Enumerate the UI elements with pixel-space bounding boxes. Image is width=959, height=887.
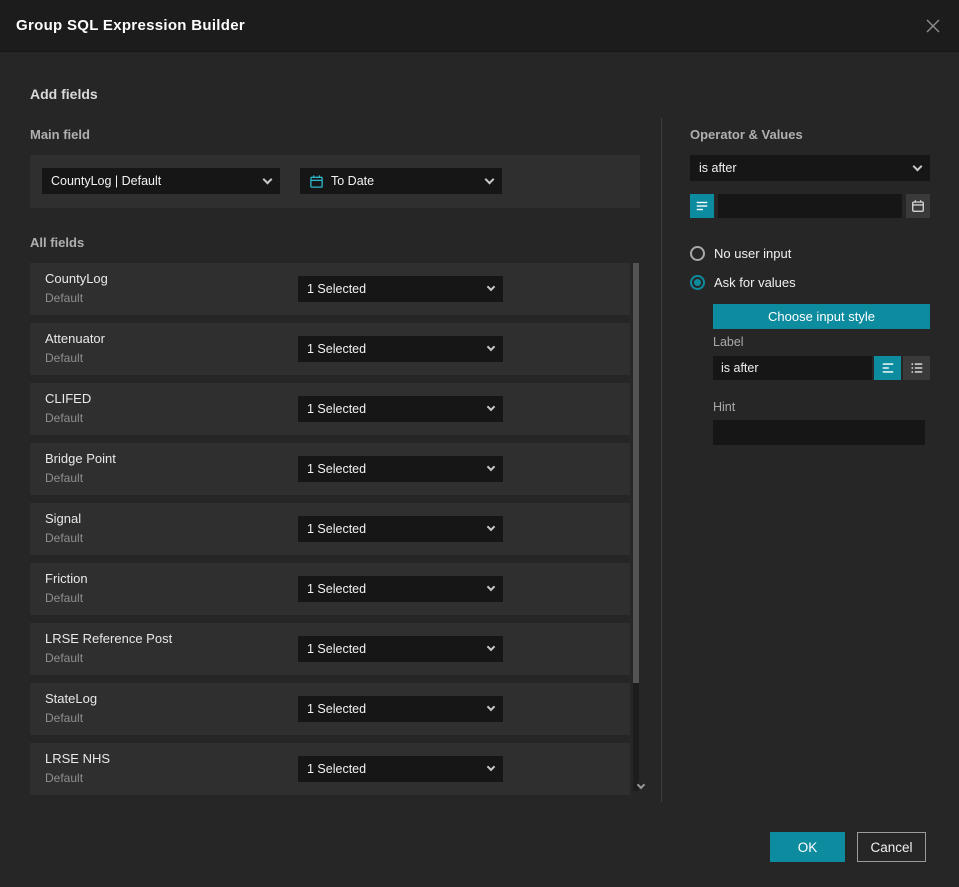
field-subtitle: Default <box>45 771 84 785</box>
field-selection-value: 1 Selected <box>307 342 367 356</box>
field-subtitle: Default <box>45 291 84 305</box>
field-subtitle: Default <box>45 531 84 545</box>
main-field-selected-value: CountyLog | Default <box>51 174 162 188</box>
date-field-select[interactable]: To Date <box>300 168 502 194</box>
chevron-down-icon <box>486 702 496 712</box>
field-selection-select[interactable]: 1 Selected <box>298 456 503 482</box>
chevron-down-icon <box>486 282 496 292</box>
hint-caption: Hint <box>713 400 736 414</box>
chevron-down-icon <box>486 342 496 352</box>
dialog-header: Group SQL Expression Builder <box>0 0 959 52</box>
align-left-icon[interactable] <box>874 356 901 380</box>
field-row: Friction Default 1 Selected <box>30 563 630 615</box>
main-field-select[interactable]: CountyLog | Default <box>42 168 280 194</box>
field-subtitle: Default <box>45 411 84 425</box>
field-selection-value: 1 Selected <box>307 762 367 776</box>
ok-button[interactable]: OK <box>770 832 845 862</box>
radio-circle-selected-icon <box>690 275 705 290</box>
hint-input[interactable] <box>713 420 925 445</box>
field-name: CountyLog <box>45 271 108 286</box>
field-selection-select[interactable]: 1 Selected <box>298 636 503 662</box>
field-name: Signal <box>45 511 82 526</box>
main-field-label: Main field <box>30 127 90 142</box>
chevron-down-icon <box>912 161 923 171</box>
label-input[interactable] <box>713 356 872 380</box>
field-name: LRSE NHS <box>45 751 111 766</box>
field-row: LRSE NHS Default 1 Selected <box>30 743 630 795</box>
field-selection-select[interactable]: 1 Selected <box>298 696 503 722</box>
field-selection-value: 1 Selected <box>307 522 367 536</box>
field-name: Attenuator <box>45 331 105 346</box>
date-field-selected-value: To Date <box>331 174 375 188</box>
field-subtitle: Default <box>45 471 84 485</box>
operator-values-heading: Operator & Values <box>690 127 803 142</box>
field-selection-value: 1 Selected <box>307 642 367 656</box>
value-input-row <box>690 194 930 218</box>
field-row: Bridge Point Default 1 Selected <box>30 443 630 495</box>
field-name: CLIFED <box>45 391 92 406</box>
label-caption: Label <box>713 335 744 349</box>
field-name: LRSE Reference Post <box>45 631 173 646</box>
field-selection-value: 1 Selected <box>307 582 367 596</box>
radio-label: Ask for values <box>714 275 796 290</box>
field-selection-value: 1 Selected <box>307 702 367 716</box>
label-input-row <box>713 356 930 380</box>
radio-circle-icon <box>690 246 705 261</box>
chevron-down-icon <box>486 522 496 532</box>
choose-input-style-button[interactable]: Choose input style <box>713 304 930 329</box>
field-selection-select[interactable]: 1 Selected <box>298 336 503 362</box>
all-fields-label: All fields <box>30 235 85 250</box>
scrollbar-down-arrow-icon[interactable] <box>630 780 646 790</box>
chevron-down-icon <box>484 174 495 184</box>
close-icon[interactable] <box>921 14 945 38</box>
radio-ask-for-values[interactable]: Ask for values <box>690 275 796 290</box>
field-subtitle: Default <box>45 351 84 365</box>
field-subtitle: Default <box>45 711 84 725</box>
add-fields-heading: Add fields <box>30 86 98 102</box>
field-name: StateLog <box>45 691 98 706</box>
field-row: StateLog Default 1 Selected <box>30 683 630 735</box>
field-name: Bridge Point <box>45 451 116 466</box>
radio-label: No user input <box>714 246 792 261</box>
field-selection-select[interactable]: 1 Selected <box>298 516 503 542</box>
field-selection-select[interactable]: 1 Selected <box>298 756 503 782</box>
chevron-down-icon <box>486 582 496 592</box>
chevron-down-icon <box>486 762 496 772</box>
field-subtitle: Default <box>45 591 84 605</box>
radio-no-user-input[interactable]: No user input <box>690 246 791 261</box>
dialog-title: Group SQL Expression Builder <box>16 17 245 34</box>
value-input-mode-icon[interactable] <box>690 194 714 218</box>
field-row: LRSE Reference Post Default 1 Selected <box>30 623 630 675</box>
calendar-picker-icon[interactable] <box>906 194 930 218</box>
chevron-down-icon <box>486 402 496 412</box>
operator-selected-value: is after <box>699 161 737 175</box>
panel-divider <box>661 118 662 802</box>
chevron-down-icon <box>262 174 273 184</box>
field-subtitle: Default <box>45 651 84 665</box>
cancel-button[interactable]: Cancel <box>857 832 926 862</box>
calendar-icon <box>309 174 324 189</box>
list-scrollbar-thumb[interactable] <box>633 263 639 683</box>
field-selection-value: 1 Selected <box>307 402 367 416</box>
value-input[interactable] <box>718 194 902 218</box>
operator-select[interactable]: is after <box>690 155 930 181</box>
field-row: Attenuator Default 1 Selected <box>30 323 630 375</box>
bulleted-list-icon[interactable] <box>903 356 930 380</box>
field-selection-select[interactable]: 1 Selected <box>298 276 503 302</box>
field-selection-select[interactable]: 1 Selected <box>298 396 503 422</box>
chevron-down-icon <box>486 642 496 652</box>
field-selection-value: 1 Selected <box>307 462 367 476</box>
field-row: Signal Default 1 Selected <box>30 503 630 555</box>
field-selection-select[interactable]: 1 Selected <box>298 576 503 602</box>
field-row: CLIFED Default 1 Selected <box>30 383 630 435</box>
main-field-strip: CountyLog | Default To Date <box>30 155 640 208</box>
field-name: Friction <box>45 571 88 586</box>
chevron-down-icon <box>486 462 496 472</box>
field-selection-value: 1 Selected <box>307 282 367 296</box>
field-row: CountyLog Default 1 Selected <box>30 263 630 315</box>
